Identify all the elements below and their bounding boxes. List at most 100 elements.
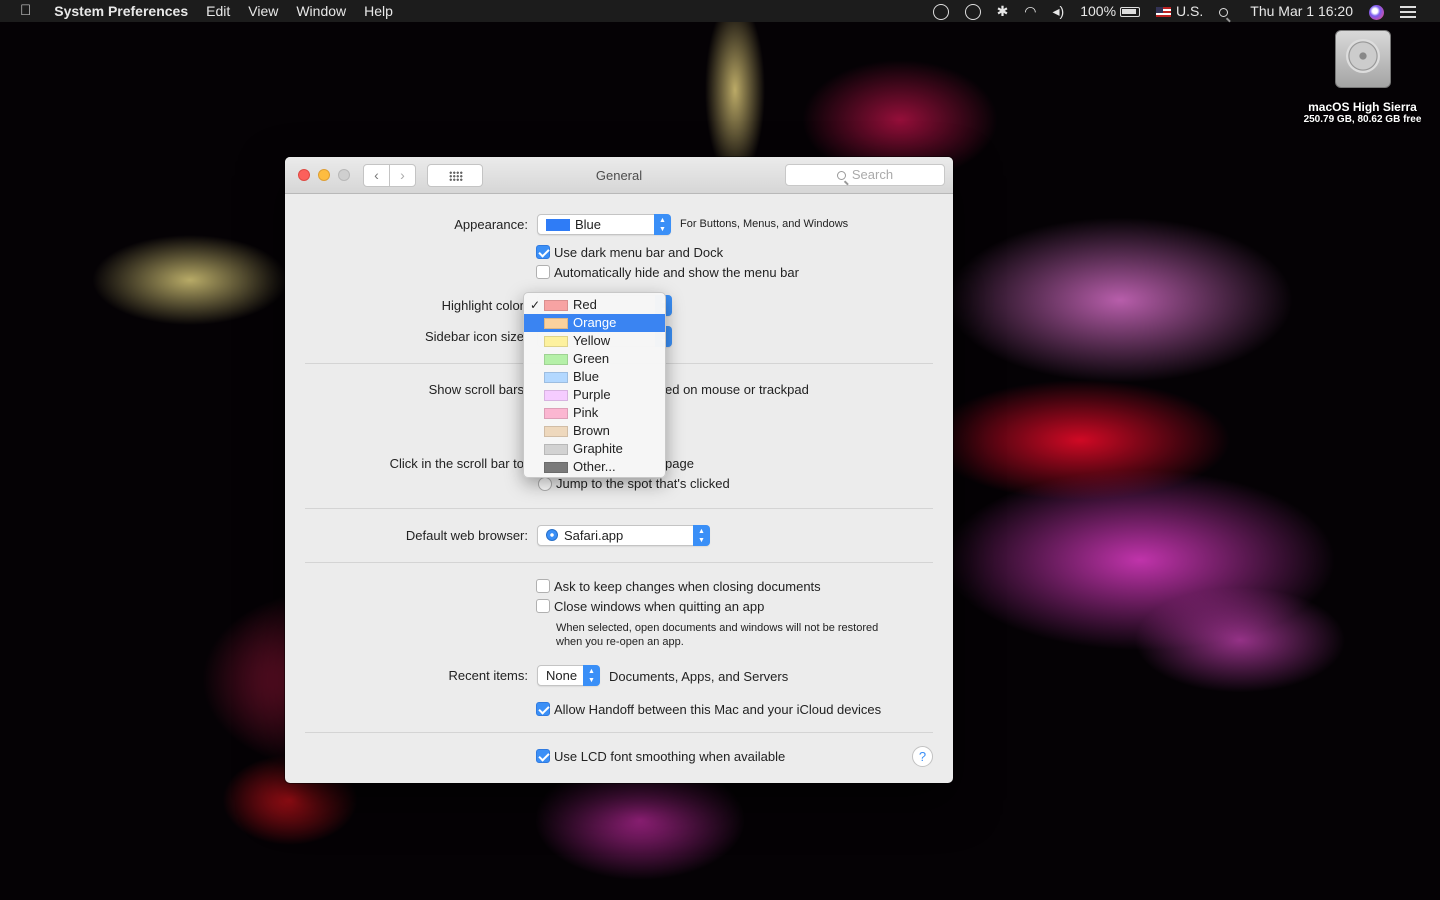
clock[interactable]: Thu Mar 1 16:20 — [1242, 0, 1361, 22]
close-windows-note-line2: when you re-open an app. — [556, 636, 684, 648]
blue-swatch-icon — [546, 219, 570, 231]
appearance-value: Blue — [575, 217, 602, 232]
separator — [305, 508, 933, 509]
separator — [305, 732, 933, 733]
highlight-color-option-label: Brown — [573, 423, 610, 438]
lcd-smoothing-checkbox[interactable] — [536, 749, 550, 763]
highlight-color-option-label: Green — [573, 351, 610, 366]
menu-window[interactable]: Window — [287, 0, 355, 22]
dark-menu-label: Use dark menu bar and Dock — [554, 245, 724, 260]
default-browser-label: Default web browser: — [405, 528, 528, 543]
color-swatch-icon — [544, 444, 568, 455]
menu-view[interactable]: View — [239, 0, 287, 22]
color-swatch-icon — [544, 318, 568, 329]
menu-help[interactable]: Help — [355, 0, 402, 22]
hard-disk-icon — [1334, 30, 1391, 88]
notification-center-icon[interactable] — [1392, 0, 1424, 22]
highlight-color-option[interactable]: ✓ Red — [524, 296, 665, 314]
separator — [305, 562, 933, 563]
menu-edit[interactable]: Edit — [197, 0, 239, 22]
color-swatch-icon — [544, 408, 568, 419]
appearance-popup[interactable]: Blue ▲ ▼ — [537, 214, 671, 235]
accessibility-icon[interactable] — [925, 0, 957, 22]
highlight-color-option[interactable]: Graphite — [524, 440, 665, 458]
general-preferences-window: ‹ › General Search Appearance: Blue ▲ ▼ F… — [285, 157, 953, 783]
highlight-color-option-label: Purple — [573, 387, 611, 402]
search-field[interactable]: Search — [785, 164, 945, 186]
sidebar-icon-size-label: Sidebar icon size — [425, 329, 524, 344]
recent-items-popup[interactable]: None ▲ ▼ — [537, 665, 600, 686]
color-swatch-icon — [544, 390, 568, 401]
menu-bar:  System Preferences Edit View Window He… — [0, 0, 1440, 22]
input-source[interactable]: U.S. — [1148, 0, 1211, 22]
safari-icon — [546, 529, 558, 541]
app-menu[interactable]: System Preferences — [45, 0, 197, 22]
highlight-color-option-label: Graphite — [573, 441, 623, 456]
disk-info: 250.79 GB, 80.62 GB free — [1303, 114, 1422, 125]
handoff-checkbox[interactable] — [536, 702, 550, 716]
highlight-color-option[interactable]: Brown — [524, 422, 665, 440]
highlight-color-option[interactable]: Yellow — [524, 332, 665, 350]
highlight-color-label: Highlight color — [441, 298, 524, 313]
color-swatch-icon — [544, 354, 568, 365]
jump-to-spot-radio[interactable] — [538, 477, 552, 491]
highlight-color-option-label: Blue — [573, 369, 600, 384]
close-windows-label: Close windows when quitting an app — [554, 599, 765, 614]
click-scroll-bar-label: Click in the scroll bar to — [389, 456, 524, 471]
time-machine-icon[interactable] — [957, 0, 989, 22]
dark-menu-checkbox[interactable] — [536, 245, 550, 259]
click-scroll-option-text: page — [665, 456, 694, 471]
highlight-color-option-label: Red — [573, 297, 597, 312]
highlight-color-option-label: Yellow — [573, 333, 611, 348]
help-button[interactable]: ? — [912, 746, 933, 767]
auto-hide-label: Automatically hide and show the menu bar — [554, 265, 799, 280]
battery-percent: 100% — [1080, 3, 1117, 19]
desktop-disk[interactable]: macOS High Sierra 250.79 GB, 80.62 GB fr… — [1290, 30, 1435, 125]
default-browser-value: Safari.app — [564, 528, 624, 543]
spotlight-icon[interactable] — [1211, 0, 1242, 22]
search-icon — [836, 171, 846, 180]
default-browser-popup[interactable]: Safari.app ▲ ▼ — [537, 525, 710, 546]
wifi-icon[interactable]: ◠ — [1016, 0, 1044, 22]
bluetooth-icon[interactable]: ✱ — [989, 0, 1017, 22]
highlight-color-option-label: Pink — [573, 405, 599, 420]
jump-to-spot-label: Jump to the spot that's clicked — [556, 476, 730, 491]
status-area: ✱ ◠ ◂) 100% U.S. Thu Mar 1 16:20 — [925, 0, 1440, 22]
disk-name: macOS High Sierra — [1308, 100, 1417, 114]
color-swatch-icon — [544, 336, 568, 347]
appearance-label: Appearance: — [454, 217, 528, 232]
recent-items-value: None — [546, 668, 578, 683]
battery-icon — [1120, 7, 1141, 18]
siri-icon[interactable] — [1361, 0, 1392, 22]
input-source-label: U.S. — [1176, 3, 1204, 19]
lcd-smoothing-label: Use LCD font smoothing when available — [554, 749, 786, 764]
color-swatch-icon — [544, 300, 568, 311]
highlight-color-option[interactable]: Blue — [524, 368, 665, 386]
title-bar[interactable]: ‹ › General Search — [285, 157, 953, 194]
highlight-color-option[interactable]: Pink — [524, 404, 665, 422]
volume-icon[interactable]: ◂) — [1045, 0, 1073, 22]
handoff-label: Allow Handoff between this Mac and your … — [554, 702, 882, 717]
checkmark-icon: ✓ — [530, 298, 541, 312]
appearance-note: For Buttons, Menus, and Windows — [680, 218, 849, 230]
ask-keep-changes-checkbox[interactable] — [536, 579, 550, 593]
recent-items-tail: Documents, Apps, and Servers — [609, 669, 789, 684]
close-windows-note-line1: When selected, open documents and window… — [556, 622, 879, 634]
highlight-color-option-label: Orange — [573, 315, 617, 330]
color-swatch-icon — [544, 462, 568, 473]
auto-hide-checkbox[interactable] — [536, 265, 550, 279]
close-windows-checkbox[interactable] — [536, 599, 550, 613]
highlight-color-option[interactable]: Green — [524, 350, 665, 368]
highlight-color-menu: ✓ Red Orange Yellow Green Blue Purple Pink Brown… — [523, 292, 666, 478]
show-scroll-option-text: ed on mouse or trackpad — [665, 382, 809, 397]
search-placeholder: Search — [851, 167, 894, 182]
highlight-color-option[interactable]: Purple — [524, 386, 665, 404]
color-swatch-icon — [544, 372, 568, 383]
us-flag-icon — [1156, 7, 1172, 18]
highlight-color-option[interactable]: Orange — [524, 314, 665, 332]
battery-status[interactable]: 100% — [1072, 0, 1148, 22]
show-scroll-bars-label: Show scroll bars — [428, 382, 524, 397]
highlight-color-option[interactable]: Other... — [524, 458, 665, 476]
apple-menu-icon[interactable]:  — [0, 0, 45, 22]
popup-arrows-icon: ▲▼ — [583, 665, 600, 686]
